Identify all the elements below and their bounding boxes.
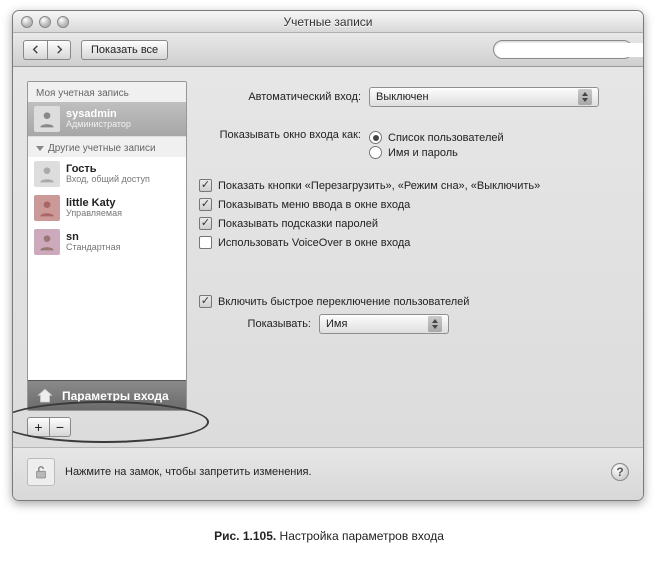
checkbox-row-restart: Показать кнопки «Перезагрузить», «Режим … bbox=[199, 179, 629, 192]
user-icon bbox=[37, 232, 57, 252]
forward-button[interactable] bbox=[47, 40, 71, 60]
display-as-label: Показывать окно входа как: bbox=[199, 129, 369, 141]
checkbox-input-menu-label: Показывать меню ввода в окне входа bbox=[218, 199, 410, 211]
search-input[interactable] bbox=[504, 43, 644, 57]
sidebar-item-sn[interactable]: sn Стандартная bbox=[28, 225, 186, 259]
stepper-arrows-icon bbox=[428, 316, 442, 332]
radio-user-list-label: Список пользователей bbox=[388, 132, 504, 144]
avatar bbox=[34, 161, 60, 187]
figure-caption: Рис. 1.105. Настройка параметров входа bbox=[0, 529, 658, 543]
window-title: Учетные записи bbox=[13, 15, 643, 29]
user-icon bbox=[37, 198, 57, 218]
sidebar-header-other-accounts: Другие учетные записи bbox=[28, 136, 186, 157]
search-field[interactable] bbox=[493, 40, 633, 59]
checkbox-voiceover[interactable] bbox=[199, 236, 212, 249]
user-icon bbox=[37, 109, 57, 129]
checkbox-hints[interactable] bbox=[199, 217, 212, 230]
back-button[interactable] bbox=[23, 40, 47, 60]
preferences-window: Учетные записи Показать все Моя учетная … bbox=[12, 10, 644, 501]
radio-name-password-label: Имя и пароль bbox=[388, 147, 458, 159]
display-as-options: Список пользователей Имя и пароль bbox=[369, 129, 504, 161]
fast-switch-show-value: Имя bbox=[326, 318, 347, 330]
unlocked-padlock-icon bbox=[32, 463, 50, 481]
sidebar-item-role: Управляемая bbox=[66, 209, 122, 219]
toolbar: Показать все bbox=[13, 33, 643, 67]
checkbox-restart-label: Показать кнопки «Перезагрузить», «Режим … bbox=[218, 180, 540, 192]
checkbox-row-input-menu: Показывать меню ввода в окне входа bbox=[199, 198, 629, 211]
settings-panel: Автоматический вход: Выключен Показывать… bbox=[199, 81, 629, 437]
add-remove-buttons: + − bbox=[27, 417, 187, 437]
figure-text: Настройка параметров входа bbox=[280, 529, 444, 543]
radio-user-list[interactable] bbox=[369, 131, 382, 144]
accounts-sidebar: Моя учетная запись sysadmin Администрато… bbox=[27, 81, 187, 411]
sidebar-item-role: Вход, общий доступ bbox=[66, 175, 150, 185]
show-all-button[interactable]: Показать все bbox=[81, 40, 168, 60]
help-button[interactable]: ? bbox=[611, 463, 629, 481]
fast-switch-show-row: Показывать: Имя bbox=[219, 314, 629, 334]
figure-ref: Рис. 1.105. bbox=[214, 529, 276, 543]
auto-login-popup[interactable]: Выключен bbox=[369, 87, 599, 107]
checkbox-row-hints: Показывать подсказки паролей bbox=[199, 217, 629, 230]
titlebar: Учетные записи bbox=[13, 11, 643, 33]
chevron-right-icon bbox=[55, 45, 64, 54]
sidebar-item-role: Администратор bbox=[66, 120, 131, 130]
lock-button[interactable] bbox=[27, 458, 55, 486]
sidebar-item-role: Стандартная bbox=[66, 243, 121, 253]
nav-segment bbox=[23, 40, 71, 60]
sidebar-item-meta: sn Стандартная bbox=[66, 231, 121, 253]
sidebar-item-meta: Гость Вход, общий доступ bbox=[66, 163, 150, 185]
house-icon bbox=[36, 387, 54, 405]
login-options-label: Параметры входа bbox=[62, 389, 169, 403]
login-options-row[interactable]: Параметры входа bbox=[28, 380, 186, 410]
chevron-left-icon bbox=[31, 45, 40, 54]
avatar bbox=[34, 229, 60, 255]
sidebar-item-sysadmin[interactable]: sysadmin Администратор bbox=[28, 102, 186, 136]
footer: Нажмите на замок, чтобы запретить измене… bbox=[13, 447, 643, 500]
avatar bbox=[34, 195, 60, 221]
sidebar-item-little-katy[interactable]: little Katy Управляемая bbox=[28, 191, 186, 225]
display-as-row: Показывать окно входа как: Список пользо… bbox=[199, 129, 629, 161]
sidebar-item-meta: little Katy Управляемая bbox=[66, 197, 122, 219]
auto-login-row: Автоматический вход: Выключен bbox=[199, 87, 629, 107]
auto-login-label: Автоматический вход: bbox=[199, 91, 369, 103]
checkbox-row-voiceover: Использовать VoiceOver в окне входа bbox=[199, 236, 629, 249]
checkbox-row-fast-switch: Включить быстрое переключение пользовате… bbox=[199, 295, 629, 308]
sidebar-header-my-account: Моя учетная запись bbox=[28, 82, 186, 102]
fast-switch-show-popup[interactable]: Имя bbox=[319, 314, 449, 334]
radio-name-password[interactable] bbox=[369, 146, 382, 159]
lock-hint-text: Нажмите на замок, чтобы запретить измене… bbox=[65, 466, 312, 478]
content-area: Моя учетная запись sysadmin Администрато… bbox=[13, 67, 643, 447]
sidebar-container: Моя учетная запись sysadmin Администрато… bbox=[27, 81, 187, 437]
remove-account-button[interactable]: − bbox=[49, 417, 71, 437]
checkbox-fast-switch-label: Включить быстрое переключение пользовате… bbox=[218, 296, 469, 308]
user-icon bbox=[37, 164, 57, 184]
avatar bbox=[34, 106, 60, 132]
checkbox-hints-label: Показывать подсказки паролей bbox=[218, 218, 378, 230]
stepper-arrows-icon bbox=[578, 89, 592, 105]
sidebar-item-meta: sysadmin Администратор bbox=[66, 108, 131, 130]
auto-login-value: Выключен bbox=[376, 91, 429, 103]
checkbox-voiceover-label: Использовать VoiceOver в окне входа bbox=[218, 237, 410, 249]
add-account-button[interactable]: + bbox=[27, 417, 49, 437]
checkbox-fast-switch[interactable] bbox=[199, 295, 212, 308]
fast-switch-show-label: Показывать: bbox=[219, 318, 319, 330]
checkbox-restart[interactable] bbox=[199, 179, 212, 192]
sidebar-item-guest[interactable]: Гость Вход, общий доступ bbox=[28, 157, 186, 191]
checkbox-input-menu[interactable] bbox=[199, 198, 212, 211]
